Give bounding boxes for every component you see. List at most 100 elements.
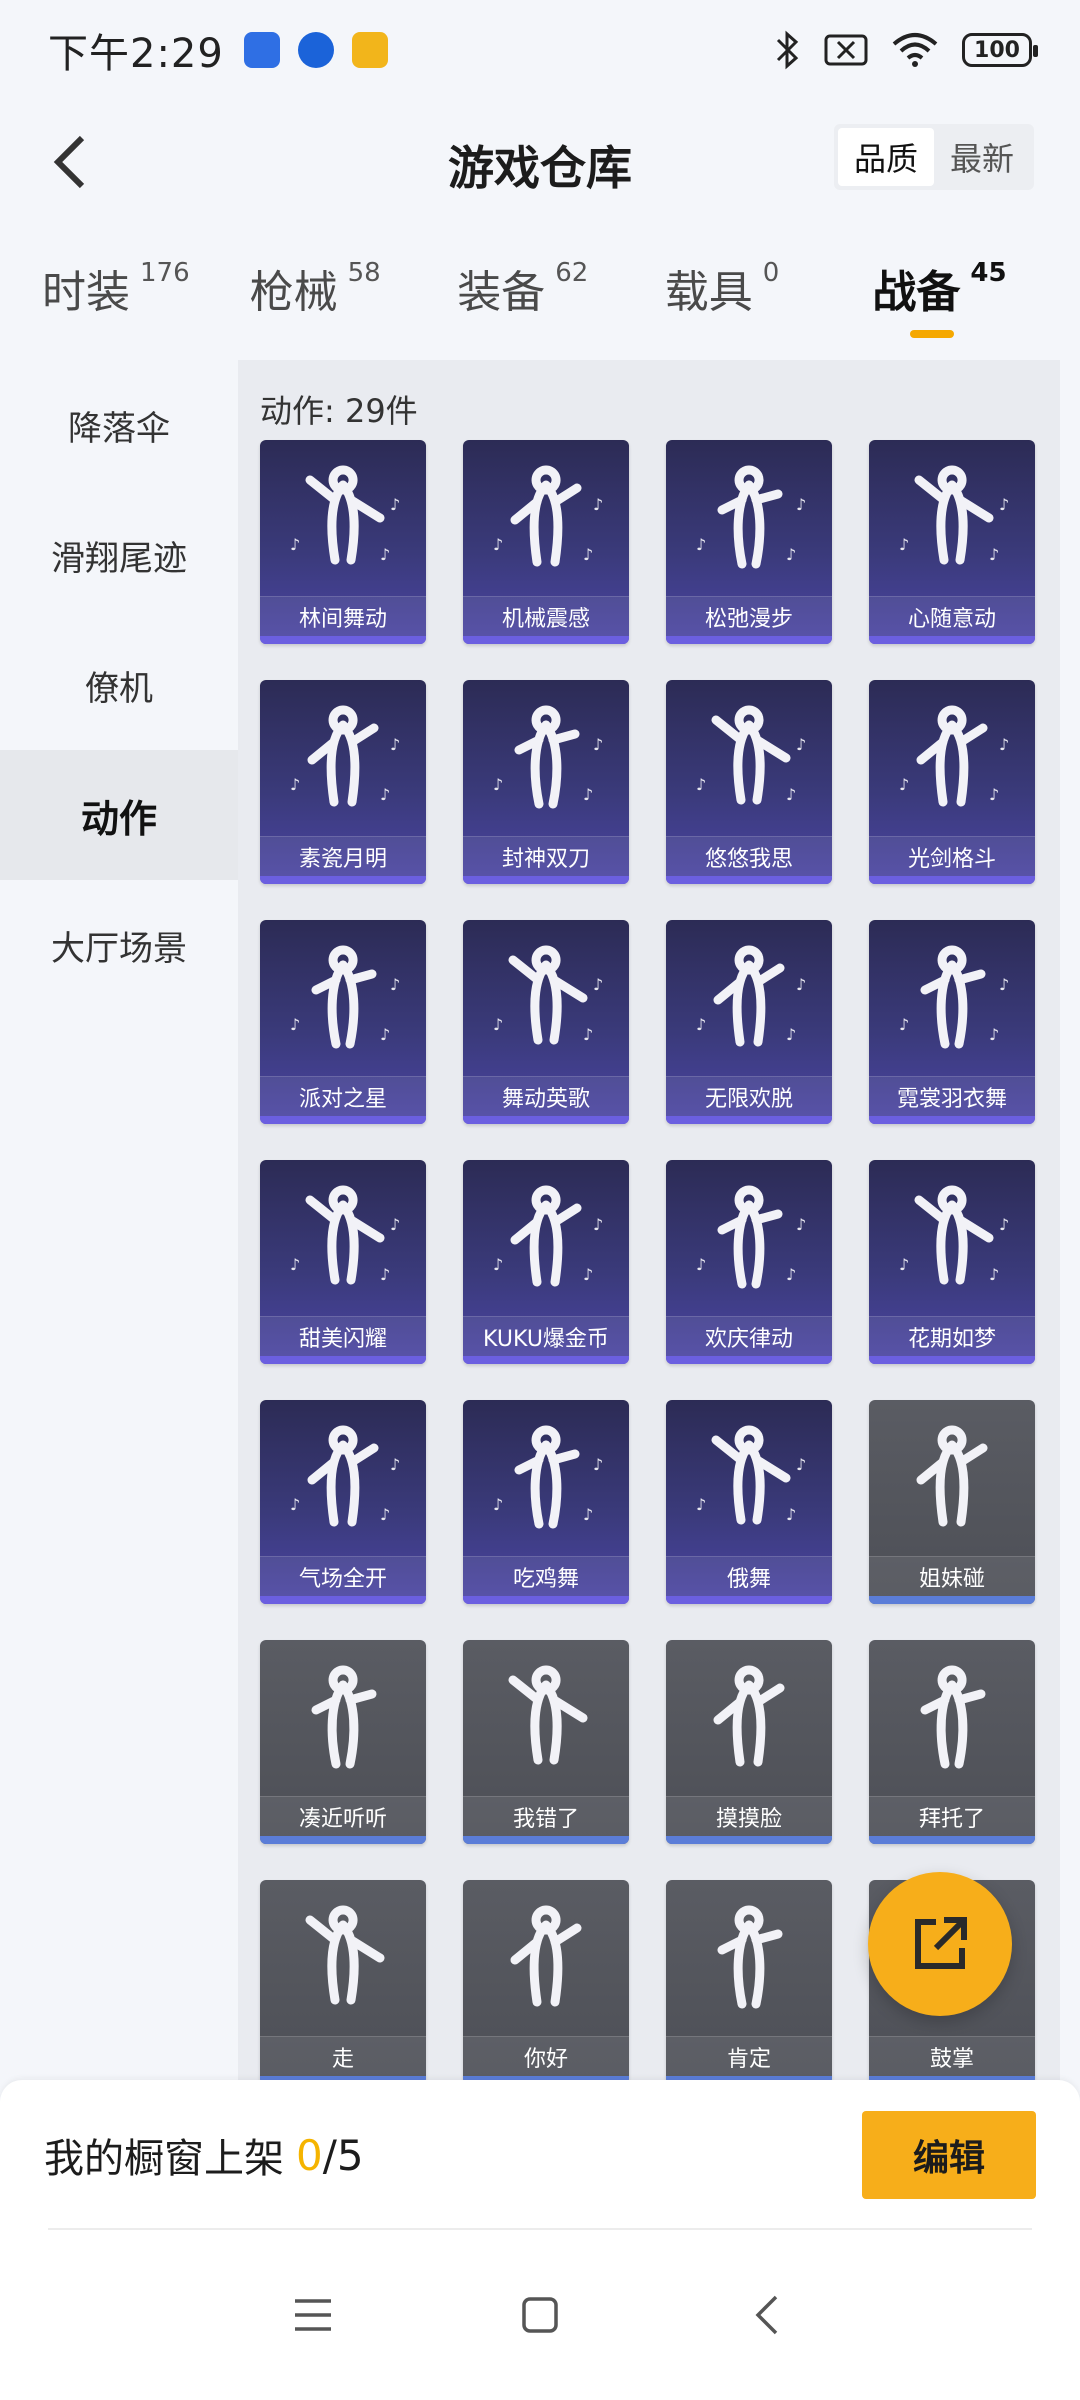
- svg-text:♪: ♪: [696, 1015, 706, 1034]
- svg-text:♪: ♪: [796, 975, 806, 994]
- status-right: 100: [772, 30, 1038, 70]
- emote-quality-stripe: [666, 1116, 832, 1124]
- emote-name: 林间舞动: [260, 596, 426, 636]
- emote-card[interactable]: ♪ ♪ ♪ 花期如梦: [869, 1160, 1035, 1364]
- tab-equipment[interactable]: 装备 62: [457, 240, 665, 320]
- emote-card[interactable]: ♪ ♪ ♪ 派对之星: [260, 920, 426, 1124]
- emote-card[interactable]: 我错了: [463, 1640, 629, 1844]
- svg-text:♪: ♪: [786, 1025, 796, 1044]
- sidebar-item-lobby-scene[interactable]: 大厅场景: [0, 880, 238, 1010]
- status-bar: 下午2:29 100: [0, 0, 1080, 100]
- home-button[interactable]: [500, 2275, 580, 2355]
- emote-card[interactable]: 你好: [463, 1880, 629, 2080]
- showcase-shelf: 我的橱窗上架 0 / 5 编辑: [0, 2080, 1080, 2230]
- emote-name: 拜托了: [869, 1796, 1035, 1836]
- emote-name: 无限欢脱: [666, 1076, 832, 1116]
- emote-card[interactable]: ♪ ♪ ♪ 舞动英歌: [463, 920, 629, 1124]
- emote-card[interactable]: ♪ ♪ ♪ KUKU爆金币: [463, 1160, 629, 1364]
- emote-quality-stripe: [463, 1596, 629, 1604]
- emote-card[interactable]: ♪ ♪ ♪ 无限欢脱: [666, 920, 832, 1124]
- home-icon: [522, 2297, 558, 2333]
- emote-card[interactable]: ♪ ♪ ♪ 心随意动: [869, 440, 1035, 644]
- emote-card[interactable]: 拜托了: [869, 1640, 1035, 1844]
- svg-text:♪: ♪: [290, 1495, 300, 1514]
- emote-figure-icon: ♪ ♪ ♪: [290, 1185, 400, 1285]
- emote-quality-stripe: [869, 876, 1035, 884]
- emote-quality-stripe: [260, 636, 426, 644]
- tab-label: 战备: [872, 267, 961, 318]
- emote-figure-icon: [305, 1905, 385, 2005]
- battery-indicator: 100: [962, 33, 1038, 67]
- emote-card[interactable]: ♪ ♪ ♪ 气场全开: [260, 1400, 426, 1604]
- tab-fashion[interactable]: 时装 176: [42, 240, 250, 320]
- emote-card[interactable]: ♪ ♪ ♪ 甜美闪耀: [260, 1160, 426, 1364]
- header: 游戏仓库 品质 最新: [0, 100, 1080, 230]
- emote-card[interactable]: ♪ ♪ ♪ 松弛漫步: [666, 440, 832, 644]
- svg-text:♪: ♪: [899, 1015, 909, 1034]
- sort-newest-button[interactable]: 最新: [934, 128, 1030, 186]
- emote-card[interactable]: 摸摸脸: [666, 1640, 832, 1844]
- emote-name: 你好: [463, 2036, 629, 2076]
- svg-text:♪: ♪: [989, 545, 999, 564]
- emote-figure-icon: ♪ ♪ ♪: [493, 705, 603, 809]
- emote-quality-stripe: [260, 1596, 426, 1604]
- emote-name: 花期如梦: [869, 1316, 1035, 1356]
- sidebar-item-emotes[interactable]: 动作: [0, 750, 238, 880]
- shelf-title: 我的橱窗上架: [44, 2136, 284, 2182]
- share-button[interactable]: [868, 1872, 1012, 2016]
- svg-text:♪: ♪: [989, 1265, 999, 1284]
- back-icon: [53, 135, 85, 189]
- emote-card[interactable]: ♪ ♪ ♪ 林间舞动: [260, 440, 426, 644]
- emote-card[interactable]: ♪ ♪ ♪ 霓裳羽衣舞: [869, 920, 1035, 1124]
- emote-card[interactable]: ♪ ♪ ♪ 吃鸡舞: [463, 1400, 629, 1604]
- emote-card[interactable]: ♪ ♪ ♪ 光剑格斗: [869, 680, 1035, 884]
- svg-text:♪: ♪: [290, 1015, 300, 1034]
- emote-figure-icon: [713, 1665, 785, 1767]
- nav-back-button[interactable]: [727, 2275, 807, 2355]
- svg-text:♪: ♪: [290, 775, 300, 794]
- back-button[interactable]: [30, 122, 110, 202]
- sim-off-icon: [824, 34, 868, 66]
- emote-card[interactable]: ♪ ♪ ♪ 封神双刀: [463, 680, 629, 884]
- svg-text:♪: ♪: [786, 1265, 796, 1284]
- emote-card[interactable]: ♪ ♪ ♪ 素瓷月明: [260, 680, 426, 884]
- tab-count: 176: [140, 258, 190, 288]
- svg-text:♪: ♪: [390, 1455, 400, 1474]
- svg-text:♪: ♪: [696, 1255, 706, 1274]
- emote-name: 走: [260, 2036, 426, 2076]
- tab-combat-gear[interactable]: 战备 45: [872, 240, 1080, 338]
- svg-text:♪: ♪: [583, 1505, 593, 1524]
- sidebar-item-parachute[interactable]: 降落伞: [0, 360, 238, 490]
- svg-text:♪: ♪: [380, 1025, 390, 1044]
- emote-card[interactable]: 走: [260, 1880, 426, 2080]
- tab-guns[interactable]: 枪械 58: [250, 240, 458, 320]
- sidebar-item-glide-trail[interactable]: 滑翔尾迹: [0, 490, 238, 620]
- emote-quality-stripe: [666, 1836, 832, 1844]
- emote-card[interactable]: ♪ ♪ ♪ 机械震感: [463, 440, 629, 644]
- svg-text:♪: ♪: [899, 775, 909, 794]
- svg-text:♪: ♪: [493, 1255, 503, 1274]
- sidebar-item-wingman[interactable]: 僚机: [0, 620, 238, 750]
- emote-card[interactable]: ♪ ♪ ♪ 悠悠我思: [666, 680, 832, 884]
- emote-card[interactable]: 姐妹碰: [869, 1400, 1035, 1604]
- emote-card[interactable]: 凑近听听: [260, 1640, 426, 1844]
- sort-quality-button[interactable]: 品质: [837, 128, 934, 186]
- emote-figure-icon: ♪ ♪ ♪: [290, 1425, 400, 1527]
- shelf-total-count: 5: [336, 2130, 364, 2180]
- svg-text:♪: ♪: [593, 975, 603, 994]
- svg-text:♪: ♪: [999, 1215, 1009, 1234]
- menu-button[interactable]: [273, 2275, 353, 2355]
- tab-label: 时装: [42, 267, 130, 318]
- emote-card[interactable]: ♪ ♪ ♪ 欢庆律动: [666, 1160, 832, 1364]
- emote-card[interactable]: ♪ ♪ ♪ 俄舞: [666, 1400, 832, 1604]
- edit-button[interactable]: 编辑: [862, 2111, 1036, 2199]
- emote-figure-icon: ♪ ♪ ♪: [493, 945, 603, 1045]
- page-title: 游戏仓库: [448, 141, 632, 195]
- emote-figure-icon: ♪ ♪ ♪: [493, 1185, 603, 1287]
- tab-label: 载具: [664, 267, 753, 318]
- svg-text:♪: ♪: [796, 1455, 806, 1474]
- svg-text:♪: ♪: [583, 1025, 593, 1044]
- emote-card[interactable]: 肯定: [666, 1880, 832, 2080]
- tab-vehicles[interactable]: 载具 0: [665, 240, 873, 320]
- emote-name: 舞动英歌: [463, 1076, 629, 1116]
